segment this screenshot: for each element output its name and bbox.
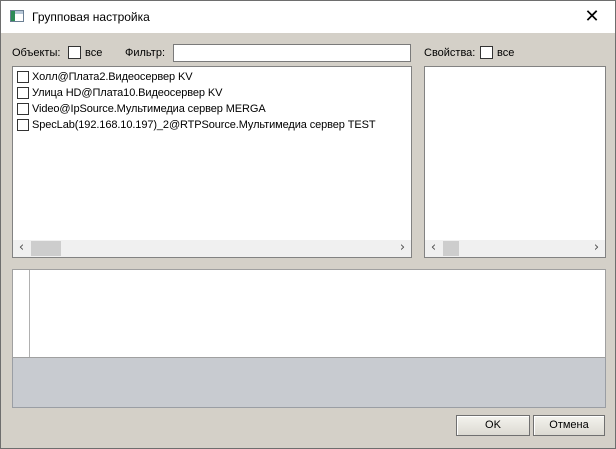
list-item[interactable]: Холл@Плата2.Видеосервер KV [17,69,193,84]
filter-label: Фильтр: [125,47,166,59]
filter-input[interactable] [173,44,411,62]
objects-all-checkbox[interactable] [68,46,81,59]
ok-button[interactable]: OK [456,415,530,436]
list-item[interactable]: Улица HD@Плата10.Видеосервер KV [17,85,222,100]
item-checkbox[interactable] [17,118,29,131]
properties-all-checkbox[interactable] [480,46,493,59]
item-label: Холл@Плата2.Видеосервер KV [32,70,193,83]
scroll-right-icon[interactable]: › [394,240,411,257]
item-label: SpecLab(192.168.10.197)_2@RTPSource.Муль… [32,118,376,131]
close-icon[interactable]: ✕ [569,1,615,33]
properties-label: Свойства: [424,47,476,59]
group-settings-dialog: Групповая настройка ✕ Объекты: все Фильт… [0,0,616,449]
window-title: Групповая настройка [32,10,150,24]
item-checkbox[interactable] [17,70,29,83]
scroll-thumb[interactable] [443,241,459,256]
objects-hscrollbar[interactable]: ‹ › [13,240,411,257]
objects-all-label: все [85,47,103,59]
item-label: Video@IpSource.Мультимедиа сервер MERGA [32,102,266,115]
log-text-area[interactable] [12,269,606,358]
scroll-left-icon[interactable]: ‹ [13,240,30,257]
objects-label: Объекты: [12,47,61,59]
item-label: Улица HD@Плата10.Видеосервер KV [32,86,223,99]
scroll-right-icon[interactable]: › [588,240,605,257]
app-icon [10,10,24,22]
item-checkbox[interactable] [17,102,29,115]
title-bar: Групповая настройка ✕ [1,1,615,33]
scroll-thumb[interactable] [31,241,61,256]
objects-list[interactable]: Холл@Плата2.Видеосервер KV Улица HD@Плат… [12,66,412,258]
item-checkbox[interactable] [17,86,29,99]
cancel-button[interactable]: Отмена [533,415,605,436]
properties-list[interactable]: ‹ › [424,66,606,258]
list-item[interactable]: SpecLab(192.168.10.197)_2@RTPSource.Муль… [17,117,376,132]
scroll-left-icon[interactable]: ‹ [425,240,442,257]
list-item[interactable]: Video@IpSource.Мультимедиа сервер MERGA [17,101,266,116]
properties-hscrollbar[interactable]: ‹ › [425,240,605,257]
properties-all-label: все [497,47,515,59]
line-gutter [13,270,30,357]
status-panel [12,358,606,408]
